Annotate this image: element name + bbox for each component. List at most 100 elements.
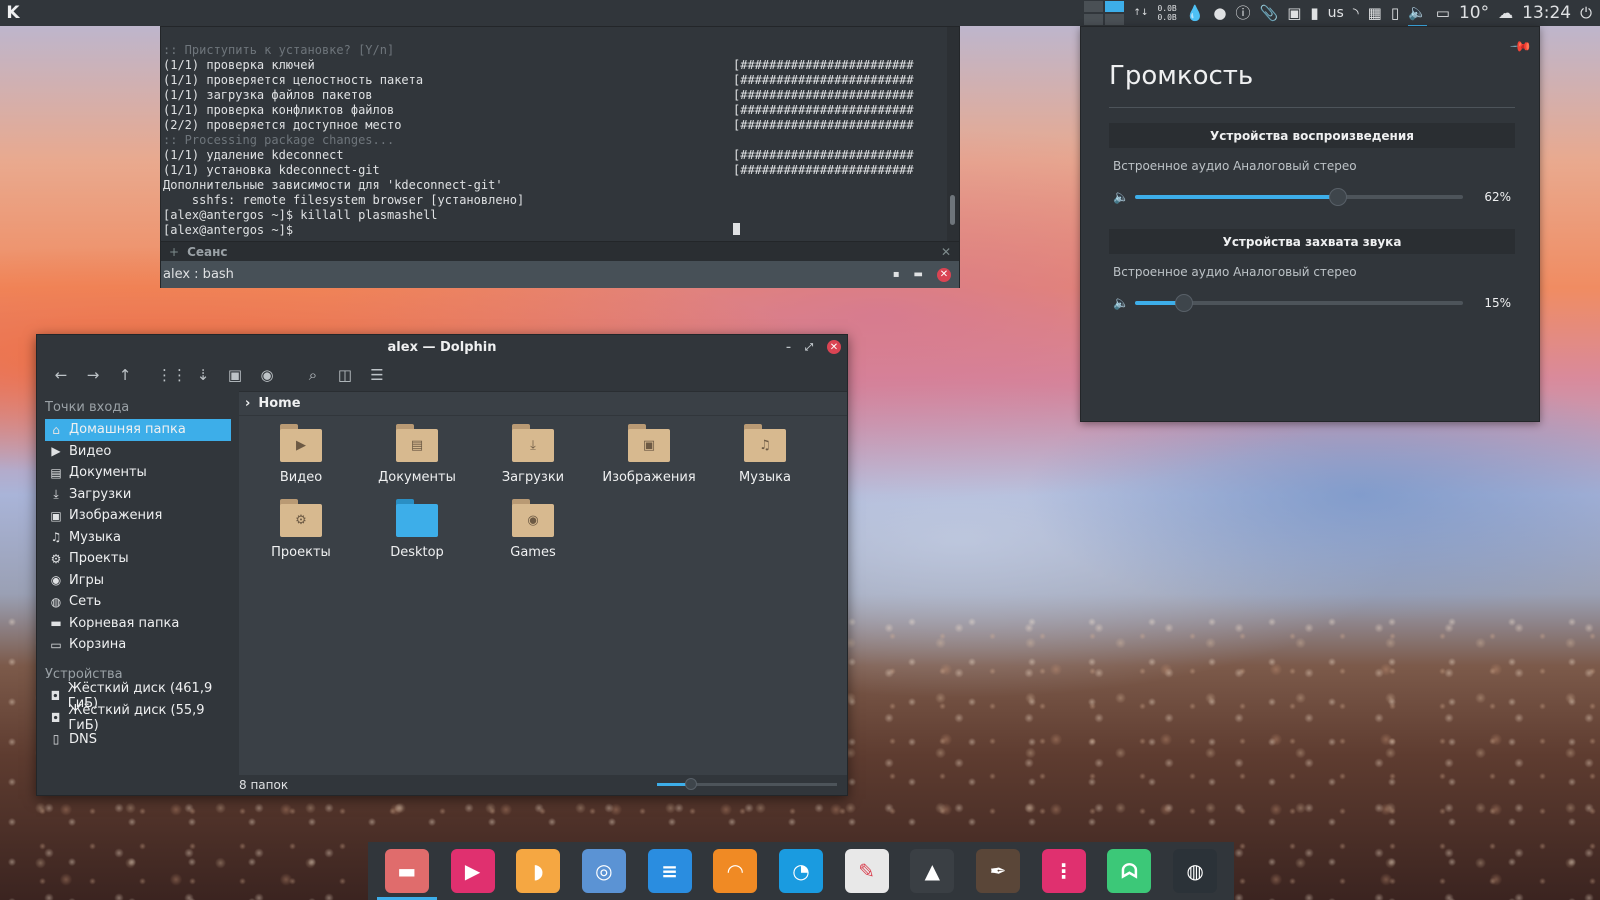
sidebar-item[interactable]: ⌂ Домашняя папка [45,419,231,441]
maximize-icon[interactable]: ⤢ [805,342,813,353]
folder-item[interactable]: ▤ Документы [359,424,475,485]
folder-label: Документы [378,470,456,485]
pin-icon[interactable]: 📌 [1508,35,1532,59]
slider-handle[interactable] [1175,294,1194,312]
eye-icon[interactable]: ◉ [253,366,281,384]
gamepad-icon: ◉ [50,573,62,588]
rss-icon[interactable]: ◠ [713,849,758,893]
folder-icon: ▬ [50,616,62,631]
volume-icon[interactable]: 🔈 [1408,0,1427,27]
scrollbar-thumb[interactable] [950,195,955,225]
up-icon[interactable]: ↑ [111,366,139,384]
display-icon[interactable]: ▭ [1436,0,1450,26]
network-icon[interactable]: ▦ [1368,0,1382,26]
network-speed[interactable]: 0.0B 0.0B [1157,4,1176,22]
usb-icon[interactable]: ▮ [1310,0,1318,26]
divider [1109,107,1515,108]
folder-item[interactable]: ▶ Видео [243,424,359,485]
cloud-icon[interactable]: ☁ [1498,0,1513,26]
folder-projects-icon: ⚙ [280,499,322,537]
folder-label: Games [510,545,556,560]
sidebar-item[interactable]: ▣ Изображения [45,505,231,527]
wifi-icon[interactable]: ◝ [1353,0,1359,26]
speaker-icon[interactable]: 🔈 [1113,190,1135,205]
sidebar-item-label: Корзина [69,637,127,653]
zoom-slider[interactable] [657,778,837,790]
terminal-output[interactable]: :: Приступить к установке? [Y/n] (1/1) пр… [161,27,947,241]
weather-temperature[interactable]: 10° [1459,3,1489,23]
record-icon[interactable]: ● [1213,0,1226,26]
phone-icon[interactable]: ▯ [1391,0,1399,26]
sidebar-item-label: Видео [69,443,112,459]
microphone-speaker-icon[interactable]: 🔈 [1113,296,1135,311]
slider-handle[interactable] [1329,188,1348,206]
close-window-button[interactable]: ✕ [937,267,951,282]
app-banana-icon[interactable]: ◗ [516,849,561,893]
sidebar-item[interactable]: ▶ Видео [45,441,231,463]
back-icon[interactable]: ← [47,366,75,384]
keyboard-layout[interactable]: us [1328,5,1344,21]
sidebar-item[interactable]: ⚙ Проекты [45,548,231,570]
clock[interactable]: 13:24 [1522,3,1571,23]
maximize-icon[interactable]: ▬ [914,269,923,280]
breadcrumb-home[interactable]: Home [258,396,300,411]
sidebar-item[interactable]: ▬ Корневая папка [45,613,231,635]
capture-volume-slider[interactable] [1135,294,1463,312]
zoom-handle[interactable] [685,778,697,790]
file-view[interactable]: › Home ▶ Видео ▤ Документы ⤓ Загрузки ▣ Изображ… [239,391,847,775]
browser-icon[interactable]: ◔ [778,849,823,893]
info-icon[interactable]: ⓘ [1236,0,1251,26]
breadcrumb[interactable]: › Home [239,392,847,416]
progress-bar-text: [######################## [733,88,914,102]
virtual-desktop-pager[interactable] [1084,1,1125,25]
gitkraken-icon[interactable]: ◍ [1173,849,1218,893]
drop-icon[interactable]: 💧 [1186,0,1205,26]
terminal-scrollbar[interactable] [947,27,959,241]
forward-icon[interactable]: → [79,366,107,384]
terminal-line-text: (1/1) проверка конфликтов файлов [163,103,395,117]
krita-icon[interactable]: ✒ [976,849,1021,893]
folder-item[interactable]: ⚙ Проекты [243,499,359,560]
terminal-line: (1/1) проверка конфликтов файлов [#######… [163,103,947,118]
sidebar-item[interactable]: ▤ Документы [45,462,231,484]
sidebar-item[interactable]: ◍ Сеть [45,591,231,613]
tab-session[interactable]: Сеанс [187,245,227,259]
sort-icon[interactable]: ⇣ [189,366,217,384]
home-icon: ⌂ [52,422,60,437]
new-tab-button[interactable]: + [161,245,187,259]
ghost-icon[interactable]: ᗣ [1107,849,1152,893]
close-window-button[interactable]: ✕ [827,340,841,354]
sidebar-item[interactable]: ▭ Корзина [45,634,231,656]
sidebar-item[interactable]: ♫ Музыка [45,527,231,549]
folder-item[interactable]: ▣ Изображения [591,424,707,485]
text-editor-icon[interactable]: ✎ [844,849,889,893]
power-icon[interactable]: ⏻ [1580,0,1592,26]
inkscape-icon[interactable]: ▲ [910,849,955,893]
media-player-icon[interactable]: ▶ [450,849,495,893]
search-icon[interactable]: ⌕ [299,366,327,384]
folder-item[interactable]: ♫ Музыка [707,424,823,485]
sidebar-item[interactable]: ◉ Игры [45,570,231,592]
view-mode-icon[interactable]: ⋮⋮ [157,366,187,384]
vault-icon[interactable]: ▣ [1287,0,1301,26]
file-manager-icon[interactable]: ▬ [376,849,437,900]
folder-item[interactable]: Desktop [359,499,475,560]
folder-item[interactable]: ◉ Games [475,499,591,560]
chromium-icon[interactable]: ◎ [581,849,626,893]
app-launcher-icon[interactable]: K [0,0,26,26]
minimize-icon[interactable]: – [786,342,791,353]
capture-device-name: Встроенное аудио Аналоговый стерео [1113,265,1357,279]
folder-item[interactable]: ⤓ Загрузки [475,424,591,485]
paperclip-icon[interactable]: 📎 [1260,0,1279,26]
preview-icon[interactable]: ▣ [221,366,249,384]
minimize-icon[interactable]: ▪ [893,269,900,280]
menu-icon[interactable]: ☰ [363,366,391,384]
sidebar-item[interactable]: ◘ Жёсткий диск (55,9 ГиБ) [45,703,231,733]
playback-volume-slider[interactable] [1135,188,1463,206]
messenger-icon[interactable]: ≡ [647,849,692,893]
terminal-line: (1/1) установка kdeconnect-git [#########… [163,163,947,178]
mixer-icon[interactable]: ⋮ [1041,849,1086,893]
sidebar-item[interactable]: ⤓ Загрузки [45,484,231,506]
close-tab-icon[interactable]: ✕ [941,245,959,259]
split-view-icon[interactable]: ◫ [331,366,359,384]
